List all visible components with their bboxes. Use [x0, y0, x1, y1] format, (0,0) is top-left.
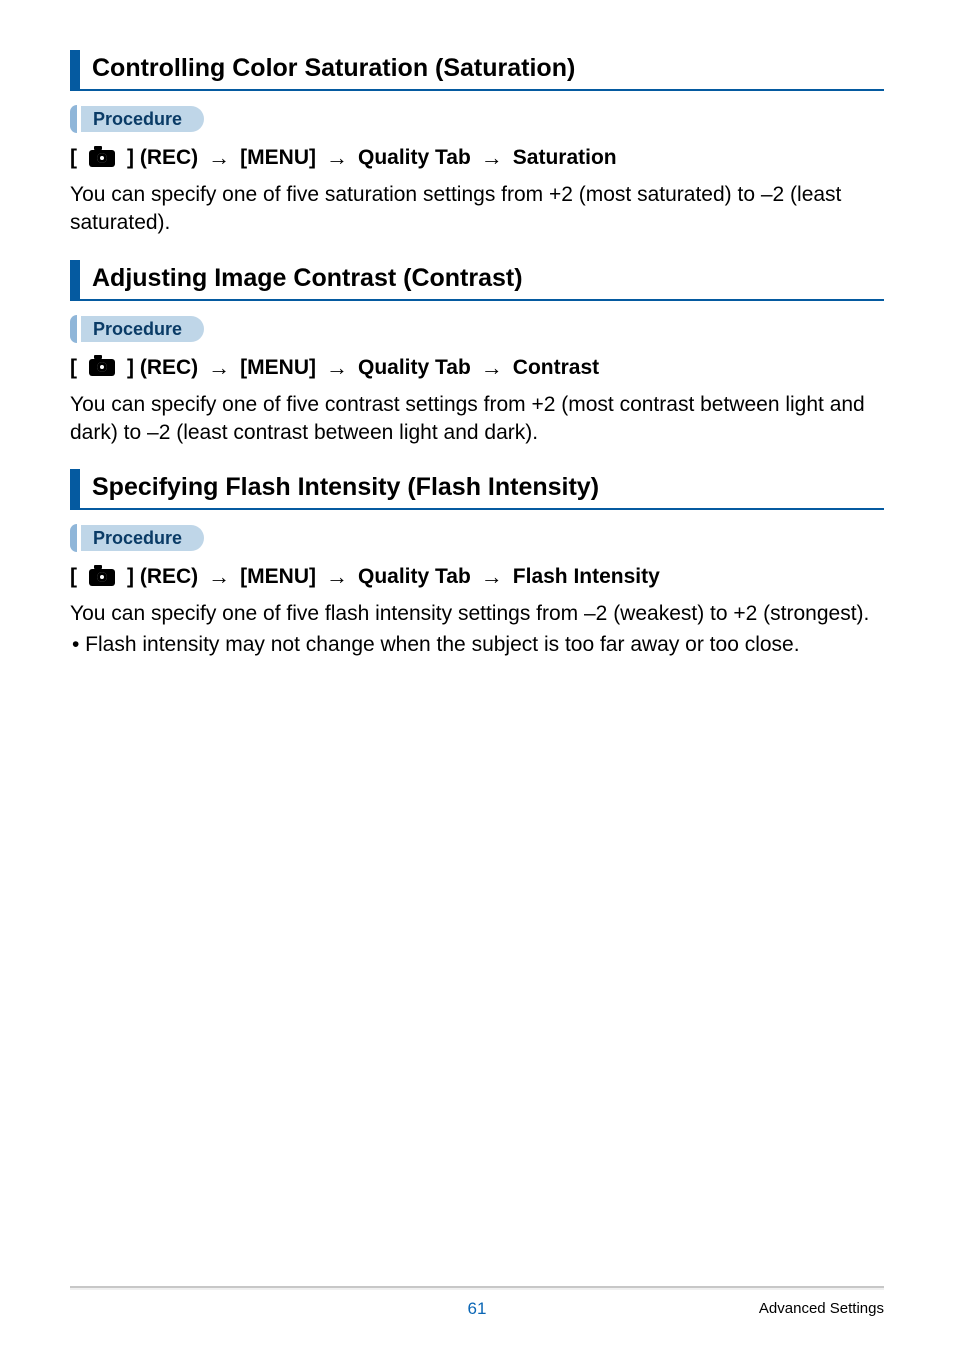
- body-text-saturation: You can specify one of five saturation s…: [70, 181, 884, 238]
- arrow-icon: →: [208, 564, 230, 590]
- menu-label: [MENU]: [240, 146, 316, 170]
- heading-title: Specifying Flash Intensity (Flash Intens…: [92, 469, 599, 508]
- arrow-icon: →: [208, 145, 230, 171]
- procedure-chip-accent: [70, 524, 77, 552]
- quality-tab-label: Quality Tab: [358, 356, 471, 380]
- step-line-flash: [ ] (REC) → [MENU] → Quality Tab → Flash…: [70, 564, 884, 590]
- quality-tab-label: Quality Tab: [358, 565, 471, 589]
- rec-label: ] (REC): [127, 146, 198, 170]
- footer-rule: [70, 1286, 884, 1290]
- menu-label: [MENU]: [240, 565, 316, 589]
- page: Controlling Color Saturation (Saturation…: [0, 0, 954, 1357]
- arrow-icon: →: [208, 355, 230, 381]
- step-line-saturation: [ ] (REC) → [MENU] → Quality Tab → Satur…: [70, 145, 884, 171]
- arrow-icon: →: [326, 355, 348, 381]
- section-heading-saturation: Controlling Color Saturation (Saturation…: [70, 50, 884, 91]
- procedure-chip-label: Procedure: [81, 525, 204, 551]
- heading-title: Adjusting Image Contrast (Contrast): [92, 260, 523, 299]
- bracket-open: [: [70, 146, 77, 170]
- step-item-label: Flash Intensity: [513, 565, 660, 589]
- body-text-contrast: You can specify one of five contrast set…: [70, 391, 884, 448]
- heading-accent-bar: [70, 260, 80, 299]
- camera-icon: [89, 569, 115, 586]
- quality-tab-label: Quality Tab: [358, 146, 471, 170]
- procedure-chip: Procedure: [70, 524, 884, 552]
- page-number: 61: [70, 1299, 884, 1319]
- heading-accent-bar: [70, 50, 80, 89]
- arrow-icon: →: [481, 564, 503, 590]
- footer-row: 61 Advanced Settings: [70, 1300, 884, 1317]
- section-heading-flash: Specifying Flash Intensity (Flash Intens…: [70, 469, 884, 510]
- step-item-label: Contrast: [513, 356, 599, 380]
- bracket-open: [: [70, 356, 77, 380]
- procedure-chip-label: Procedure: [81, 106, 204, 132]
- step-item-label: Saturation: [513, 146, 617, 170]
- heading-title: Controlling Color Saturation (Saturation…: [92, 50, 575, 89]
- arrow-icon: →: [326, 145, 348, 171]
- bracket-open: [: [70, 565, 77, 589]
- procedure-chip: Procedure: [70, 315, 884, 343]
- rec-label: ] (REC): [127, 565, 198, 589]
- camera-icon: [89, 150, 115, 167]
- arrow-icon: →: [481, 145, 503, 171]
- rec-label: ] (REC): [127, 356, 198, 380]
- bullet-text-flash: • Flash intensity may not change when th…: [70, 631, 884, 659]
- arrow-icon: →: [326, 564, 348, 590]
- camera-icon: [89, 359, 115, 376]
- menu-label: [MENU]: [240, 356, 316, 380]
- procedure-chip-accent: [70, 105, 77, 133]
- arrow-icon: →: [481, 355, 503, 381]
- body-text-flash: You can specify one of five flash intens…: [70, 600, 884, 628]
- heading-accent-bar: [70, 469, 80, 508]
- procedure-chip-label: Procedure: [81, 316, 204, 342]
- section-heading-contrast: Adjusting Image Contrast (Contrast): [70, 260, 884, 301]
- page-footer: 61 Advanced Settings: [70, 1286, 884, 1317]
- procedure-chip-accent: [70, 315, 77, 343]
- step-line-contrast: [ ] (REC) → [MENU] → Quality Tab → Contr…: [70, 355, 884, 381]
- procedure-chip: Procedure: [70, 105, 884, 133]
